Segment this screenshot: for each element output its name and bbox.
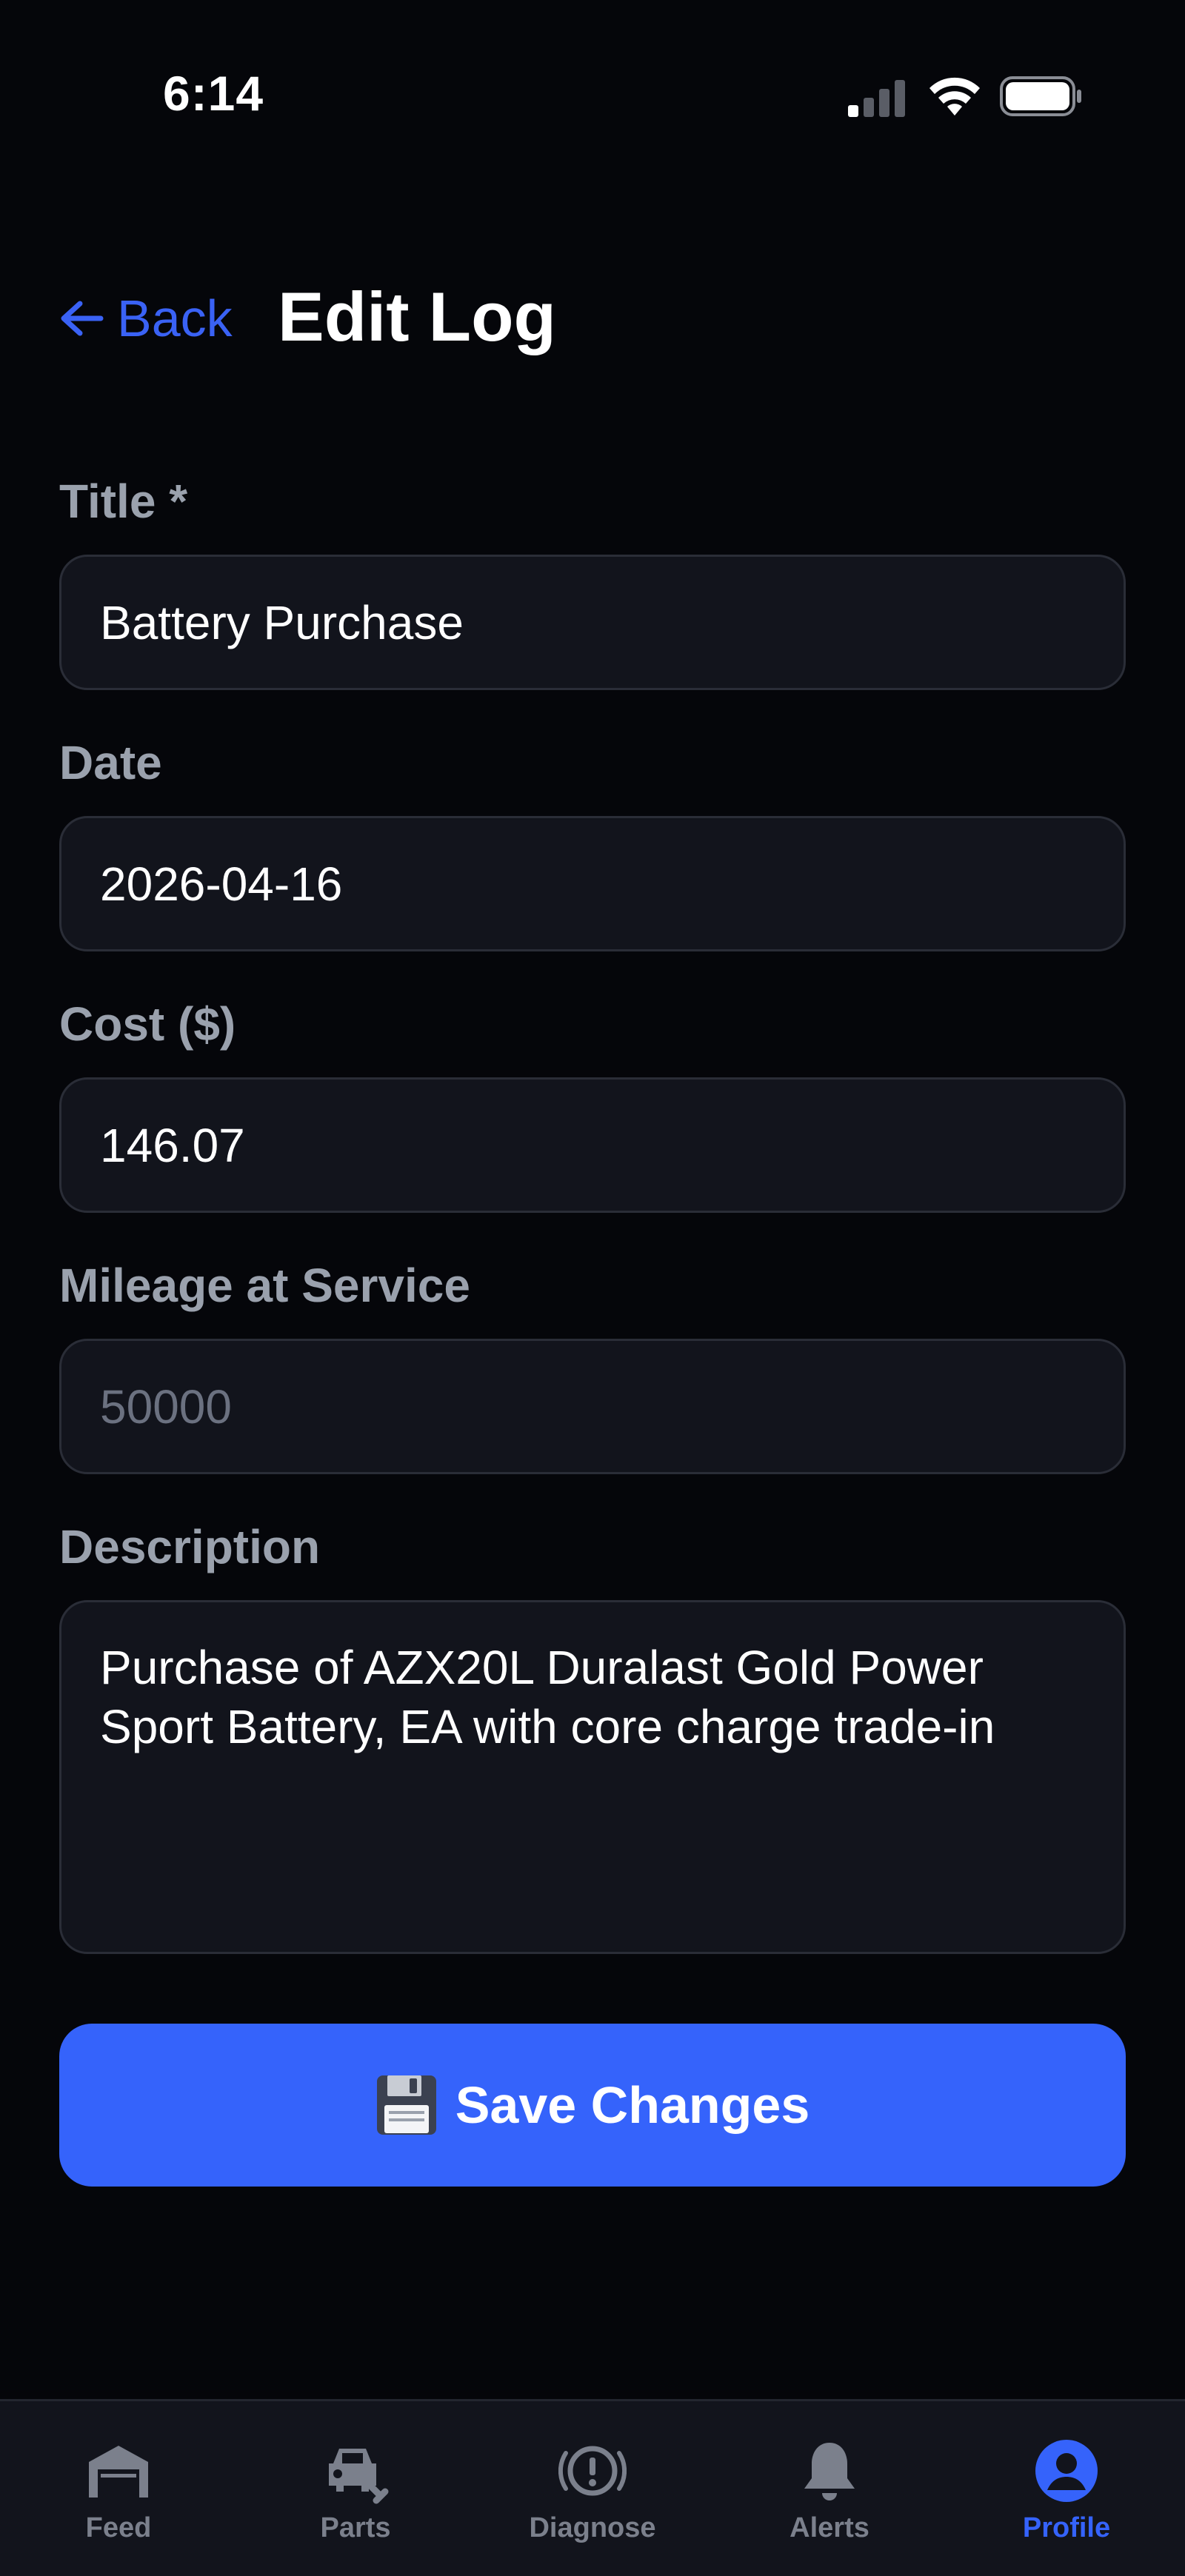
edit-log-screen: 6:14 Back Edit Log Title * Battery Purch… bbox=[0, 0, 1185, 2576]
mileage-label: Mileage at Service bbox=[59, 1259, 470, 1312]
save-changes-label: Save Changes bbox=[455, 2076, 810, 2134]
alert-circle-icon bbox=[558, 2446, 627, 2496]
garage-icon bbox=[89, 2446, 148, 2498]
tab-bar: Feed Parts Diagnose Alerts Profile bbox=[0, 2399, 1185, 2576]
tab-label-diagnose: Diagnose bbox=[529, 2512, 656, 2543]
date-input[interactable]: 2026-04-16 bbox=[59, 816, 1126, 951]
tab-label-alerts: Alerts bbox=[790, 2512, 869, 2543]
arrow-left-icon bbox=[61, 301, 104, 336]
tab-feed[interactable]: Feed bbox=[0, 2401, 237, 2576]
save-changes-button[interactable]: Save Changes bbox=[59, 2024, 1126, 2187]
mileage-input[interactable]: 50000 bbox=[59, 1339, 1126, 1474]
cost-label: Cost ($) bbox=[59, 997, 236, 1051]
tab-diagnose[interactable]: Diagnose bbox=[474, 2401, 711, 2576]
user-circle-icon bbox=[1035, 2440, 1098, 2502]
back-button[interactable]: Back bbox=[59, 283, 233, 354]
description-label: Description bbox=[59, 1520, 321, 1573]
status-bar: 6:14 bbox=[0, 0, 1185, 148]
tab-label-parts: Parts bbox=[320, 2512, 391, 2543]
page-title: Edit Log bbox=[278, 278, 556, 355]
battery-icon bbox=[1000, 76, 1081, 116]
back-label: Back bbox=[117, 290, 233, 347]
description-textarea[interactable]: Purchase of AZX20L Duralast Gold Power S… bbox=[59, 1600, 1126, 1954]
status-time: 6:14 bbox=[163, 66, 264, 121]
floppy-disk-icon bbox=[376, 2075, 436, 2135]
header: Back Edit Log bbox=[59, 274, 1126, 363]
wifi-icon bbox=[929, 77, 980, 116]
tab-label-feed: Feed bbox=[85, 2512, 152, 2543]
tab-alerts[interactable]: Alerts bbox=[711, 2401, 948, 2576]
tab-label-profile: Profile bbox=[1022, 2512, 1111, 2543]
title-input[interactable]: Battery Purchase bbox=[59, 555, 1126, 690]
bell-icon bbox=[804, 2443, 855, 2500]
date-label: Date bbox=[59, 736, 162, 789]
cost-input[interactable]: 146.07 bbox=[59, 1077, 1126, 1213]
cellular-signal-icon bbox=[848, 80, 905, 117]
title-label: Title * bbox=[59, 475, 188, 528]
tab-parts[interactable]: Parts bbox=[237, 2401, 474, 2576]
tab-profile[interactable]: Profile bbox=[948, 2401, 1185, 2576]
car-wrench-icon bbox=[329, 2449, 389, 2504]
